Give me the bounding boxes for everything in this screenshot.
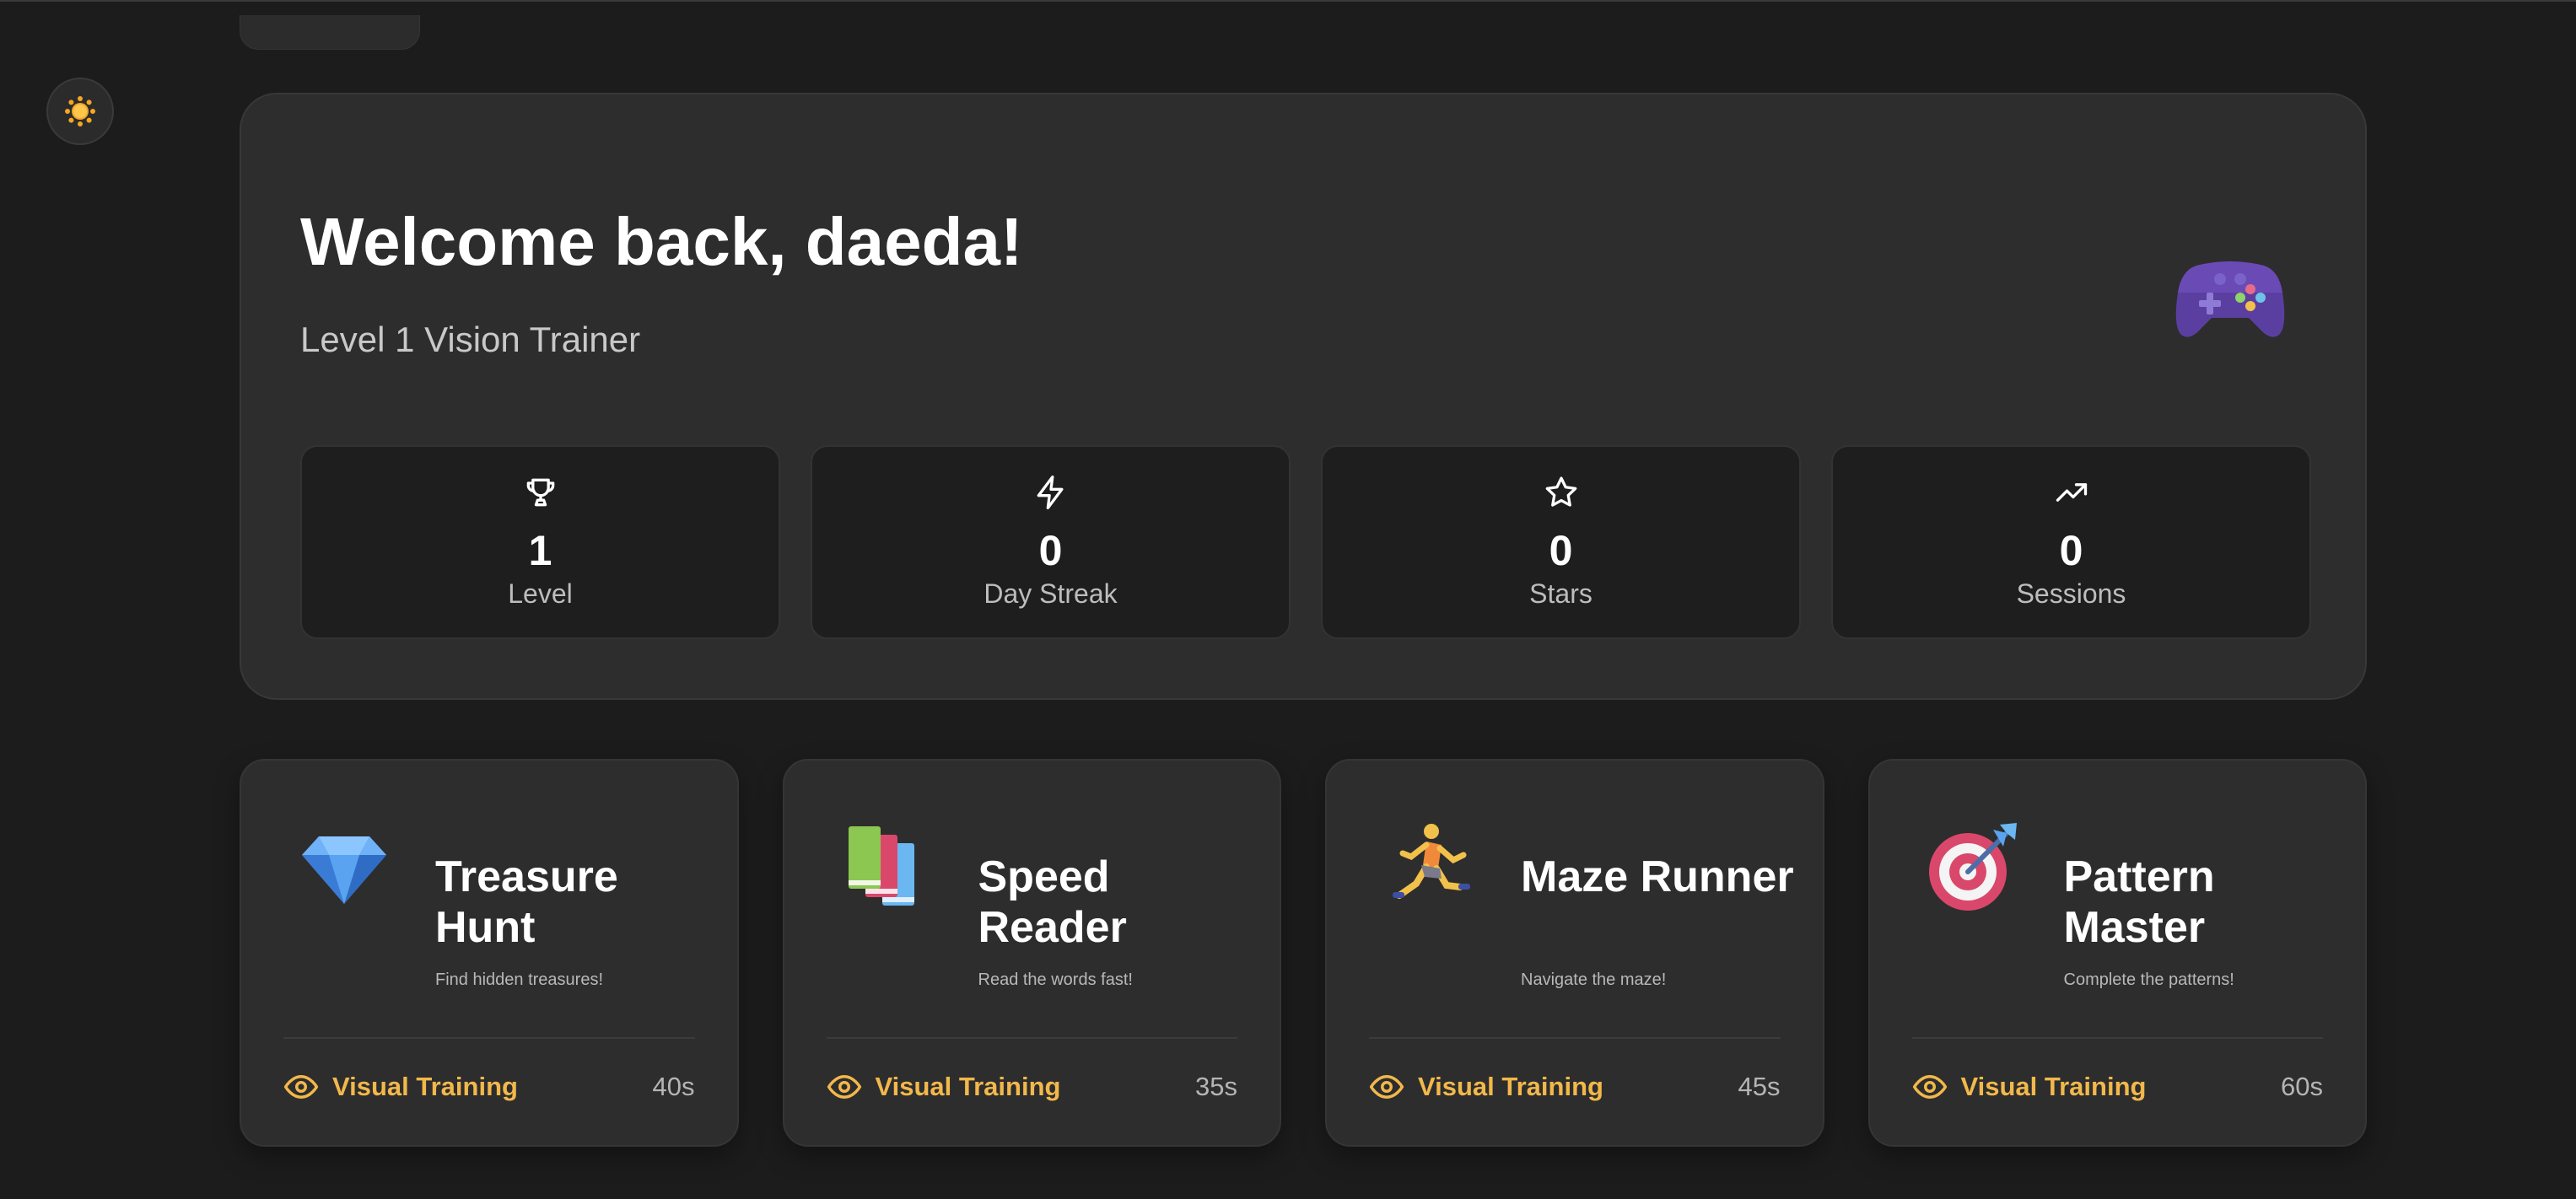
game-controller-icon [2175,261,2285,337]
divider [826,1037,1237,1039]
game-card-pattern-master[interactable]: Pattern Master Complete the patterns! Vi… [1867,759,2367,1147]
stat-card-sessions: 0 Sessions [1831,445,2311,639]
star-icon [1545,476,1576,507]
eye-icon [1369,1075,1404,1099]
game-category: Visual Training [1418,1072,1603,1101]
books-icon [848,826,914,906]
stat-card-stars: 0 Stars [1321,445,1801,639]
trending-up-icon [2056,483,2087,502]
game-title: Pattern Master [2063,852,2215,952]
trophy-icon [526,478,554,507]
game-description: Read the words fast! [978,970,1133,989]
game-title: Speed Reader [978,852,1127,952]
stat-label: Sessions [2016,578,2126,609]
divider [283,1037,695,1039]
game-card-treasure-hunt[interactable]: Treasure Hunt Find hidden treasures! Vis… [240,759,739,1147]
game-category: Visual Training [1960,1072,2147,1101]
divider [1911,1037,2323,1039]
game-list: Treasure Hunt Find hidden treasures! Vis… [240,759,2367,1147]
game-footer: Visual Training 35s [827,1066,1237,1108]
top-border [0,0,2576,2]
divider [1369,1037,1781,1039]
welcome-card: Welcome back, daeda! Level 1 Vision Trai… [240,93,2367,700]
stat-value: 0 [1549,527,1573,574]
game-description: Complete the patterns! [2063,970,2234,989]
sun-icon [65,96,95,126]
runner-icon [1393,824,1470,899]
stat-value: 0 [2059,527,2083,574]
game-title: Treasure Hunt [435,852,618,952]
game-card-speed-reader[interactable]: Speed Reader Read the words fast! Visual… [782,759,1281,1147]
game-duration: 40s [652,1072,695,1101]
eye-icon [283,1075,319,1099]
lightning-icon [1037,476,1063,509]
target-icon [1928,823,2017,911]
game-description: Find hidden treasures! [435,970,604,989]
game-footer: Visual Training 40s [283,1066,695,1108]
welcome-title: Welcome back, daeda! [300,204,1023,279]
game-card-maze-runner[interactable]: Maze Runner Navigate the maze! Visual Tr… [1325,759,1824,1147]
game-duration: 60s [2281,1072,2323,1101]
stat-label: Level [508,578,573,609]
stat-card-day-streak: 0 Day Streak [811,445,1291,639]
stats-row: 1 Level 0 Day Streak 0 Stars 0 Sessions [300,445,2311,639]
game-description: Navigate the maze! [1521,970,1667,989]
theme-toggle-button[interactable] [46,78,114,145]
level-subtitle: Level 1 Vision Trainer [300,320,641,359]
game-category: Visual Training [332,1072,518,1101]
stat-card-level: 1 Level [300,445,780,639]
stat-value: 1 [528,527,552,574]
game-footer: Visual Training 45s [1369,1066,1781,1108]
stat-value: 0 [1038,527,1063,574]
top-nav-stub[interactable] [240,15,420,50]
game-category: Visual Training [875,1072,1061,1101]
game-title: Maze Runner [1521,852,1794,901]
stat-label: Stars [1529,578,1592,609]
game-duration: 35s [1195,1072,1237,1101]
game-footer: Visual Training 60s [1912,1066,2323,1108]
gem-icon [302,836,386,904]
game-duration: 45s [1738,1072,1781,1101]
eye-icon [1912,1075,1947,1099]
eye-icon [827,1075,861,1099]
stat-label: Day Streak [984,578,1118,609]
